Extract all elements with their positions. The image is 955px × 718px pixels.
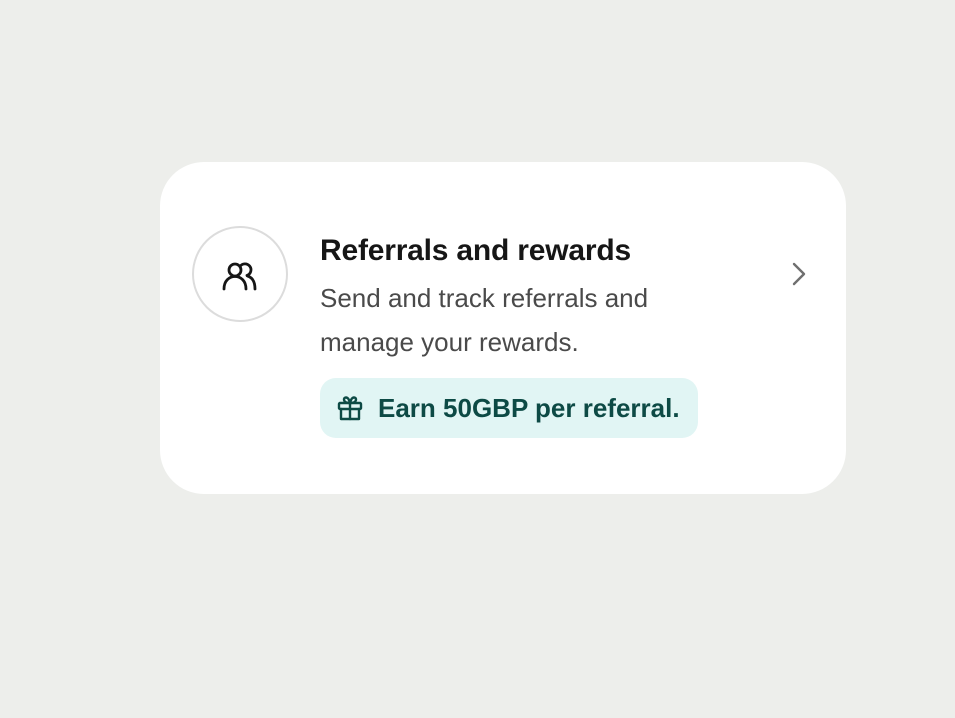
referrals-card[interactable]: Referrals and rewards Send and track ref… bbox=[160, 162, 846, 494]
badge-text: Earn 50GBP per referral. bbox=[378, 392, 680, 423]
card-content: Referrals and rewards Send and track ref… bbox=[320, 232, 740, 438]
users-icon-circle bbox=[192, 226, 288, 322]
gift-icon bbox=[337, 396, 363, 421]
card-title: Referrals and rewards bbox=[320, 234, 631, 267]
referral-badge: Earn 50GBP per referral. bbox=[320, 378, 698, 438]
card-description: Send and track referrals and manage your… bbox=[320, 283, 649, 357]
users-icon bbox=[222, 262, 257, 291]
chevron-right-icon[interactable] bbox=[784, 260, 812, 288]
